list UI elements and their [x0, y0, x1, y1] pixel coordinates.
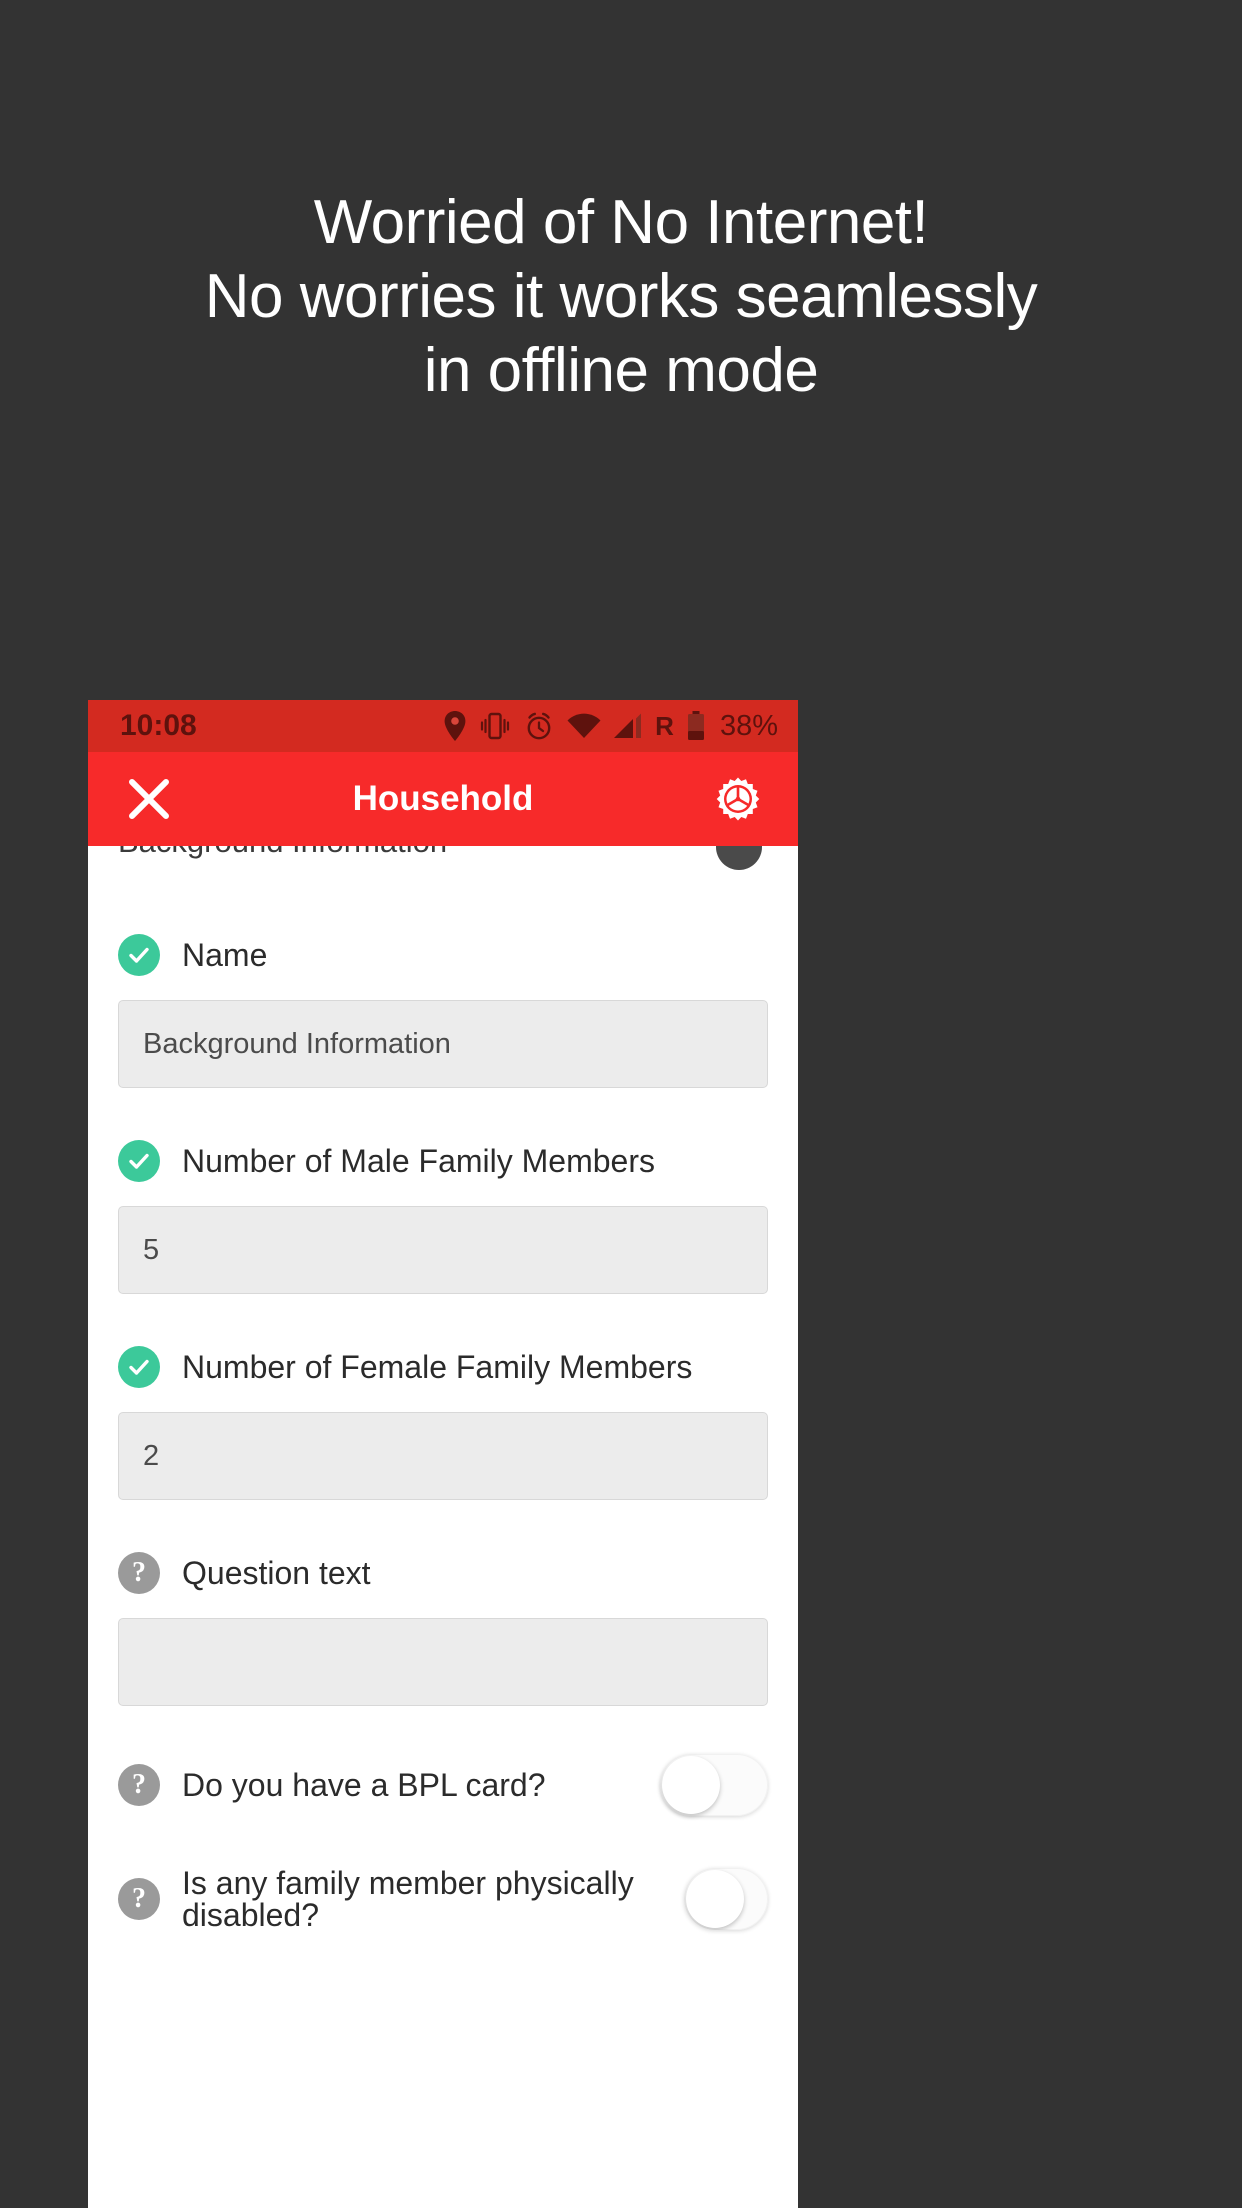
female-members-input[interactable]: 2 [118, 1412, 768, 1500]
question-mark-icon: ? [118, 1552, 160, 1594]
page-title: Household [352, 779, 534, 818]
form-field-female-members: Number of Female Family Members 2 [118, 1336, 768, 1500]
form-scroll-area[interactable]: Background Information Name Background I… [88, 846, 798, 2208]
roaming-indicator: R [655, 711, 674, 741]
promo-headline: Worried of No Internet! No worries it wo… [204, 188, 1038, 405]
check-circle-icon [118, 934, 160, 976]
field-list: Name Background Information Number of Ma… [88, 924, 798, 1934]
form-field-bpl-card: ? Do you have a BPL card? [118, 1750, 768, 1820]
check-circle-icon [118, 1346, 160, 1388]
battery-percent-label: 38% [719, 709, 778, 742]
signal-icon [614, 713, 642, 739]
field-label: Is any family member physically disabled… [182, 1865, 634, 1933]
status-bar-clock: 10:08 [120, 709, 197, 742]
gear-icon [716, 777, 760, 821]
location-pin-icon [444, 711, 466, 741]
toggle-knob [662, 1756, 720, 1814]
close-button[interactable] [122, 772, 176, 826]
status-bar-icons: R 38% [444, 710, 778, 743]
settings-button[interactable] [710, 771, 766, 827]
app-bar: Household [88, 752, 798, 846]
wifi-icon [567, 713, 601, 739]
question-mark-icon: ? [118, 1878, 160, 1920]
field-label: Number of Female Family Members [182, 1349, 693, 1385]
bpl-card-toggle[interactable] [660, 1754, 768, 1816]
section-header: Background Information [88, 846, 798, 882]
field-label-row: Number of Female Family Members [118, 1336, 768, 1398]
male-members-input[interactable]: 5 [118, 1206, 768, 1294]
form-field-name: Name Background Information [118, 924, 768, 1088]
form-field-male-members: Number of Male Family Members 5 [118, 1130, 768, 1294]
form-field-disabled-member: ? Is any family member physically disabl… [118, 1864, 768, 1934]
vibrate-icon [479, 711, 511, 741]
phone-screenshot: 10:08 R 38% Household Name Background In… [88, 700, 798, 2208]
check-circle-icon [118, 1140, 160, 1182]
alarm-clock-icon [524, 711, 554, 741]
field-label: Number of Male Family Members [182, 1143, 655, 1179]
status-bar: 10:08 R 38% [88, 700, 798, 752]
field-label: Question text [182, 1555, 371, 1591]
field-label: Do you have a BPL card? [182, 1767, 546, 1803]
close-icon [129, 779, 169, 819]
form-field-question-text: ? Question text [118, 1542, 768, 1706]
field-label: Name [182, 937, 268, 973]
field-label-row: ? Question text [118, 1542, 768, 1604]
question-text-input[interactable] [118, 1618, 768, 1706]
toggle-knob [686, 1870, 744, 1928]
name-input[interactable]: Background Information [118, 1000, 768, 1088]
disabled-member-toggle[interactable] [684, 1868, 768, 1930]
section-collapse-indicator[interactable] [716, 846, 762, 870]
field-label-row: Number of Male Family Members [118, 1130, 768, 1192]
question-mark-icon: ? [118, 1764, 160, 1806]
section-header-title: Background Information [118, 846, 447, 860]
field-label-row: Name [118, 924, 768, 986]
battery-icon [687, 711, 705, 741]
